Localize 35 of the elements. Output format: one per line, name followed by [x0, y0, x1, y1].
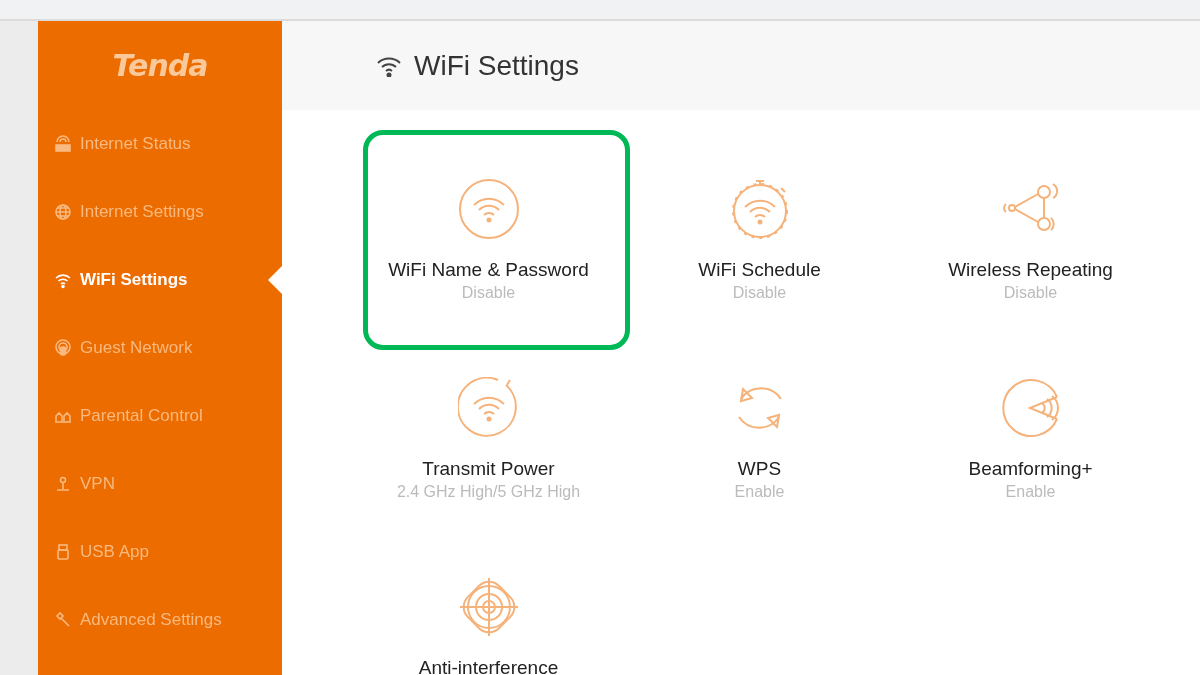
tile-status: Disable [461, 283, 516, 303]
tile-status: Disable [1003, 283, 1058, 303]
sidebar-item[interactable]: Advanced Settings [38, 586, 282, 654]
tile-title[interactable]: Beamforming+ [968, 457, 1093, 481]
sidebar-item[interactable]: Parental Control [38, 382, 282, 450]
sidebar-item[interactable]: WiFi Settings [38, 246, 282, 314]
logo: Tenda [112, 48, 208, 83]
wifi-icon [457, 178, 520, 240]
tile-status: 2.4 GHz High/5 GHz High [396, 482, 581, 502]
sidebar-item[interactable]: USB App [38, 518, 282, 586]
tile-status: Disable [732, 283, 787, 303]
target-icon [457, 576, 520, 638]
router-icon [54, 135, 72, 153]
sidebar-item[interactable]: Internet Status [38, 110, 282, 178]
vpn-icon [54, 475, 72, 493]
usb-icon [54, 543, 72, 561]
globe-icon [54, 203, 72, 221]
beamforming-icon [999, 377, 1062, 439]
wifi-power-icon [457, 377, 520, 439]
guest-icon [54, 339, 72, 357]
wifi-icon [54, 271, 72, 289]
tile-status: Enable [734, 482, 785, 502]
sidebar-item[interactable]: Guest Network [38, 314, 282, 382]
tile-title[interactable]: Transmit Power [422, 457, 555, 481]
tile-title[interactable]: Anti-interference [418, 656, 559, 675]
tile-title[interactable]: Wireless Repeating [948, 258, 1113, 282]
tile-status: Enable [1005, 482, 1056, 502]
tile-title[interactable]: WiFi Schedule [698, 258, 821, 282]
page-title: WiFi Settings [414, 49, 579, 82]
wrench-icon [54, 611, 72, 629]
pointer-triangle [268, 266, 282, 294]
tile-title[interactable]: WPS [737, 457, 782, 481]
sidebar-item[interactable]: VPN [38, 450, 282, 518]
sidebar-item[interactable]: Internet Settings [38, 178, 282, 246]
tile-title[interactable]: WiFi Name & Password [388, 258, 589, 282]
